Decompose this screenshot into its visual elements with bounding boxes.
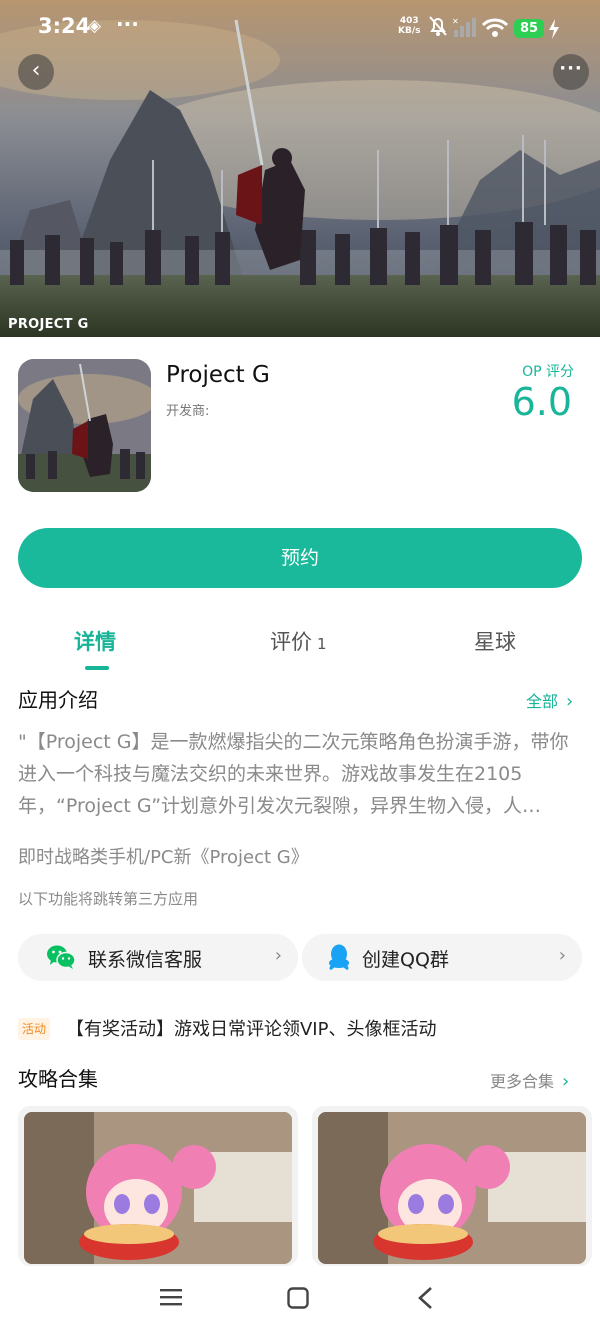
network-speed: 403 KB/s <box>398 16 421 36</box>
third-party-note: 以下功能将跳转第三方应用 <box>18 890 199 908</box>
chevron-right-icon: › <box>562 1071 570 1092</box>
activity-badge: 活动 <box>18 1018 51 1040</box>
rating-label: OP 评分 <box>522 364 574 380</box>
wechat-service-button[interactable]: 联系微信客服 › <box>18 934 298 981</box>
reserve-button[interactable]: 预约 <box>18 528 582 588</box>
create-qq-group-button[interactable]: 创建QQ群 › <box>302 934 582 981</box>
intro-tagline: 即时战略类手机/PC新《Project G》 <box>18 847 309 868</box>
wechat-service-label: 联系微信客服 <box>88 949 203 971</box>
more-dots-icon: ··· <box>559 58 583 79</box>
guide-thumbnail <box>24 1112 292 1264</box>
intro-description: "【Project G】是一款燃爆指尖的二次元策略角色扮演手游，带你进入一个科技… <box>18 731 569 817</box>
developer-label: 开发商: <box>166 404 210 419</box>
app-icon <box>18 359 151 492</box>
status-time: 3:24 <box>38 14 91 38</box>
rating-value: 6.0 <box>511 380 572 424</box>
guides-more-link[interactable]: 更多合集 › <box>490 1068 569 1092</box>
create-qq-group-label: 创建QQ群 <box>362 949 449 971</box>
tab-detail[interactable]: 详情 <box>74 626 116 656</box>
tab-review[interactable]: 评价 1 <box>270 626 327 656</box>
guides-more-label: 更多合集 <box>490 1072 555 1091</box>
activity-link[interactable]: 【有奖活动】游戏日常评论领VIP、头像框活动 <box>66 1015 436 1041</box>
battery-indicator: 85 <box>514 19 544 38</box>
svg-text:✕: ✕ <box>452 17 459 26</box>
bell-muted-icon <box>429 16 447 36</box>
status-more-dots: ··· <box>116 12 139 36</box>
system-nav-bar <box>0 1266 600 1333</box>
intro-all-label: 全部 <box>526 692 559 711</box>
hero-banner: 3:24 ◈ ··· 403 KB/s ✕ 85 ‹ ··· PROJECT G <box>0 0 600 337</box>
chevron-left-icon: ‹ <box>31 58 41 83</box>
anime-girl-illustration <box>24 1112 292 1264</box>
more-options-button[interactable]: ··· <box>553 54 589 90</box>
back-nav-icon[interactable] <box>416 1286 436 1310</box>
intro-all-link[interactable]: 全部 › <box>526 688 573 712</box>
active-tab-indicator <box>85 666 109 670</box>
app-icon-artwork <box>18 359 151 492</box>
signal-icon: ✕ <box>452 17 476 37</box>
charging-icon <box>549 19 559 39</box>
home-icon[interactable] <box>287 1287 309 1309</box>
chevron-right-icon: › <box>566 691 574 712</box>
tab-review-label: 评价 <box>270 630 312 654</box>
status-bar: 3:24 ◈ ··· 403 KB/s ✕ 85 <box>0 0 600 60</box>
tab-planet[interactable]: 星球 <box>474 626 516 656</box>
chevron-right-icon: › <box>274 945 282 966</box>
recent-apps-icon[interactable] <box>160 1286 182 1308</box>
wechat-icon <box>47 945 76 969</box>
qq-icon <box>329 944 349 970</box>
app-name: Project G <box>166 362 270 388</box>
chevron-right-icon: › <box>558 945 566 966</box>
wifi-icon <box>482 18 508 37</box>
guide-thumbnail <box>318 1112 586 1264</box>
guides-title: 攻略合集 <box>18 1067 98 1091</box>
guide-card[interactable] <box>312 1106 592 1266</box>
tab-review-count: 1 <box>317 635 327 653</box>
anime-girl-illustration <box>318 1112 586 1264</box>
guide-card[interactable] <box>18 1106 298 1266</box>
notification-icon: ◈ <box>88 16 102 36</box>
back-button[interactable]: ‹ <box>18 54 54 90</box>
hero-caption: PROJECT G <box>8 317 89 332</box>
intro-title: 应用介绍 <box>18 688 98 712</box>
